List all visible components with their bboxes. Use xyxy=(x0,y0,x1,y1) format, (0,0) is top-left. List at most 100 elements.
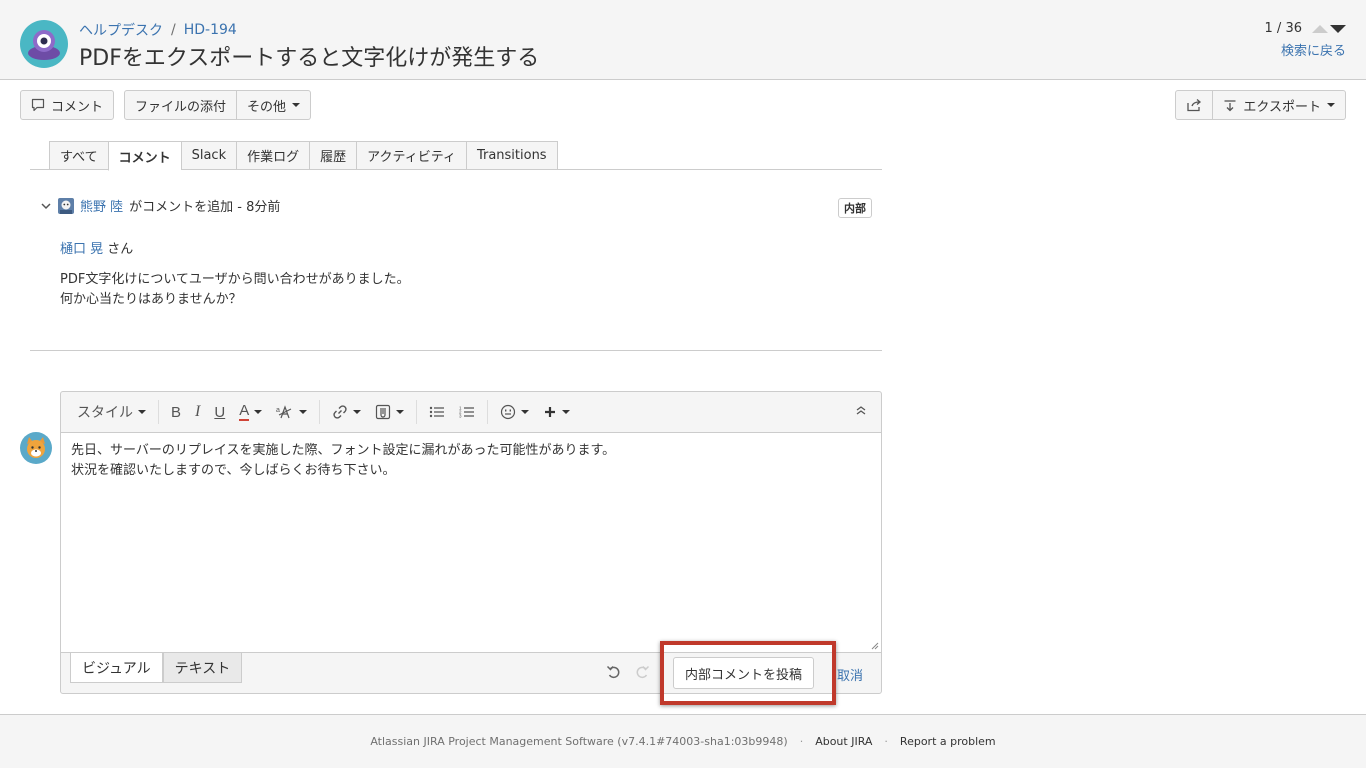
chevron-down-icon[interactable] xyxy=(40,200,52,212)
attach-file-label: ファイルの添付 xyxy=(135,99,227,115)
text-color-icon: A xyxy=(239,402,250,421)
back-to-search-link[interactable]: 検索に戻る xyxy=(1265,40,1346,59)
cancel-link[interactable]: 取消 xyxy=(837,665,863,684)
breadcrumb-project-link[interactable]: ヘルプデスク xyxy=(79,20,163,40)
post-internal-comment-button[interactable]: 内部コメントを投稿 xyxy=(673,657,815,689)
italic-icon: I xyxy=(195,403,201,420)
undo-icon[interactable] xyxy=(606,664,622,680)
tab-history[interactable]: 履歴 xyxy=(309,141,357,170)
editor-toolbar: スタイル B I U A a 1 2 3 xyxy=(61,392,881,433)
toolbar-divider xyxy=(158,400,159,424)
report-problem-link[interactable]: Report a problem xyxy=(900,735,996,748)
insert-more-button[interactable] xyxy=(537,398,576,426)
issue-header: ヘルプデスク / HD-194 PDFをエクスポートすると文字化けが発生する 1… xyxy=(0,0,1366,80)
underline-icon: U xyxy=(214,403,226,421)
collapse-toolbar-icon[interactable] xyxy=(855,404,867,416)
chevron-down-icon xyxy=(562,410,571,414)
attach-more-group: ファイルの添付 その他 xyxy=(124,90,312,120)
more-actions-button[interactable]: その他 xyxy=(237,90,312,120)
attach-file-button[interactable]: ファイルの添付 xyxy=(124,90,238,120)
comment-text-area[interactable]: 先日、サーバーのリプレイスを実施した際、フォント設定に漏れがあった可能性がありま… xyxy=(61,433,881,653)
numbered-list-icon: 1 2 3 xyxy=(459,406,475,419)
comment-action-text: がコメントを追加 - 8分前 xyxy=(129,200,281,215)
chevron-down-icon xyxy=(292,103,301,107)
export-button[interactable]: エクスポート xyxy=(1213,90,1346,120)
tab-comments[interactable]: コメント xyxy=(107,141,181,171)
tab-visual[interactable]: ビジュアル xyxy=(70,653,163,683)
issue-pager: 1 / 36 検索に戻る xyxy=(1265,21,1346,59)
link-icon xyxy=(333,405,347,419)
internal-badge: 内部 xyxy=(838,198,872,218)
share-icon xyxy=(1187,99,1202,112)
style-label: スタイル xyxy=(77,405,133,421)
share-export-group: エクスポート xyxy=(1175,90,1346,120)
previous-issue-icon[interactable] xyxy=(1312,24,1328,33)
comment-button-label: コメント xyxy=(51,99,104,115)
about-jira-link[interactable]: About JIRA xyxy=(815,735,872,748)
project-avatar-icon[interactable] xyxy=(20,20,68,68)
mention-link[interactable]: 樋口 晃 xyxy=(60,242,103,257)
tab-slack[interactable]: Slack xyxy=(180,141,237,170)
export-label: エクスポート xyxy=(1243,99,1321,115)
editor-text-line: 状況を確認いたしますので、今しばらくお待ち下さい。 xyxy=(71,463,396,478)
underline-button[interactable]: U xyxy=(208,398,231,426)
svg-text:a: a xyxy=(276,407,280,414)
footer-separator: · xyxy=(884,735,888,748)
share-button[interactable] xyxy=(1175,90,1214,120)
toolbar-divider xyxy=(319,400,321,424)
comment-line: PDF文字化けについてユーザから問い合わせがありました。 xyxy=(60,272,410,287)
chevron-down-icon xyxy=(138,410,146,414)
issue-summary[interactable]: PDFをエクスポートすると文字化けが発生する xyxy=(79,40,539,72)
more-actions-label: その他 xyxy=(247,99,287,115)
tab-activity[interactable]: アクティビティ xyxy=(356,141,466,170)
comment-author-link[interactable]: 熊野 陸 xyxy=(80,196,123,215)
italic-button[interactable]: I xyxy=(189,398,206,426)
tab-work-log[interactable]: 作業ログ xyxy=(236,141,310,170)
bullet-list-icon xyxy=(430,406,445,418)
current-user-avatar xyxy=(20,432,52,464)
export-download-icon xyxy=(1224,100,1236,112)
redo-icon[interactable] xyxy=(634,664,650,680)
comment-item: 熊野 陸 がコメントを追加 - 8分前 内部 樋口 晃 さん PDF文字化けにつ… xyxy=(30,190,882,351)
text-effects-icon: a xyxy=(276,405,292,419)
comment-line: 何か心当たりはありませんか？ xyxy=(60,292,242,307)
comment-editor: スタイル B I U A a 1 2 3 先日、サーバーのリプレイスを実施した際… xyxy=(60,391,882,694)
link-button[interactable] xyxy=(326,398,367,426)
editor-mode-tabs: ビジュアル テキスト xyxy=(70,653,243,683)
text-effects-button[interactable]: a xyxy=(270,398,313,426)
next-issue-icon[interactable] xyxy=(1330,24,1346,33)
bold-button[interactable]: B xyxy=(165,398,187,426)
breadcrumb-issue-link[interactable]: HD-194 xyxy=(184,22,237,38)
footer-software-info: Atlassian JIRA Project Management Softwa… xyxy=(370,735,788,748)
footer-separator: · xyxy=(799,735,804,748)
emoticon-button[interactable] xyxy=(494,398,535,426)
user-avatar xyxy=(58,197,74,214)
comment-button[interactable]: コメント xyxy=(20,90,115,120)
tab-all[interactable]: すべて xyxy=(49,141,108,170)
paperclip-icon xyxy=(376,404,391,420)
comment-header: 熊野 陸 がコメントを追加 - 8分前 xyxy=(40,196,280,215)
resize-grip-icon[interactable] xyxy=(871,642,879,650)
toolbar-divider xyxy=(487,400,489,424)
page-footer: Atlassian JIRA Project Management Softwa… xyxy=(0,714,1366,768)
editor-text-line: 先日、サーバーのリプレイスを実施した際、フォント設定に漏れがあった可能性がありま… xyxy=(71,443,616,458)
chevron-down-icon xyxy=(1327,103,1335,107)
issue-toolbar: コメント ファイルの添付 その他 xyxy=(20,90,312,120)
toolbar-divider xyxy=(416,400,418,424)
style-dropdown[interactable]: スタイル xyxy=(71,398,152,426)
tab-transitions[interactable]: Transitions xyxy=(465,141,558,170)
bold-icon: B xyxy=(171,403,182,421)
undo-redo-group xyxy=(606,664,650,680)
attachment-button[interactable] xyxy=(369,398,410,426)
breadcrumb: ヘルプデスク / HD-194 xyxy=(79,20,237,40)
activity-tabs: すべて コメント Slack 作業ログ 履歴 アクティビティ Transitio… xyxy=(30,141,882,171)
comment-body: 樋口 晃 さん PDF文字化けについてユーザから問い合わせがありました。 何か心… xyxy=(60,240,410,310)
text-color-button[interactable]: A xyxy=(233,398,268,426)
chevron-down-icon xyxy=(254,410,263,414)
numbered-list-button[interactable]: 1 2 3 xyxy=(453,398,481,426)
chevron-down-icon xyxy=(521,410,530,414)
mention-suffix: さん xyxy=(107,242,134,257)
tab-text[interactable]: テキスト xyxy=(162,653,243,683)
bullet-list-button[interactable] xyxy=(423,398,451,426)
comment-bubble-icon xyxy=(31,98,45,112)
